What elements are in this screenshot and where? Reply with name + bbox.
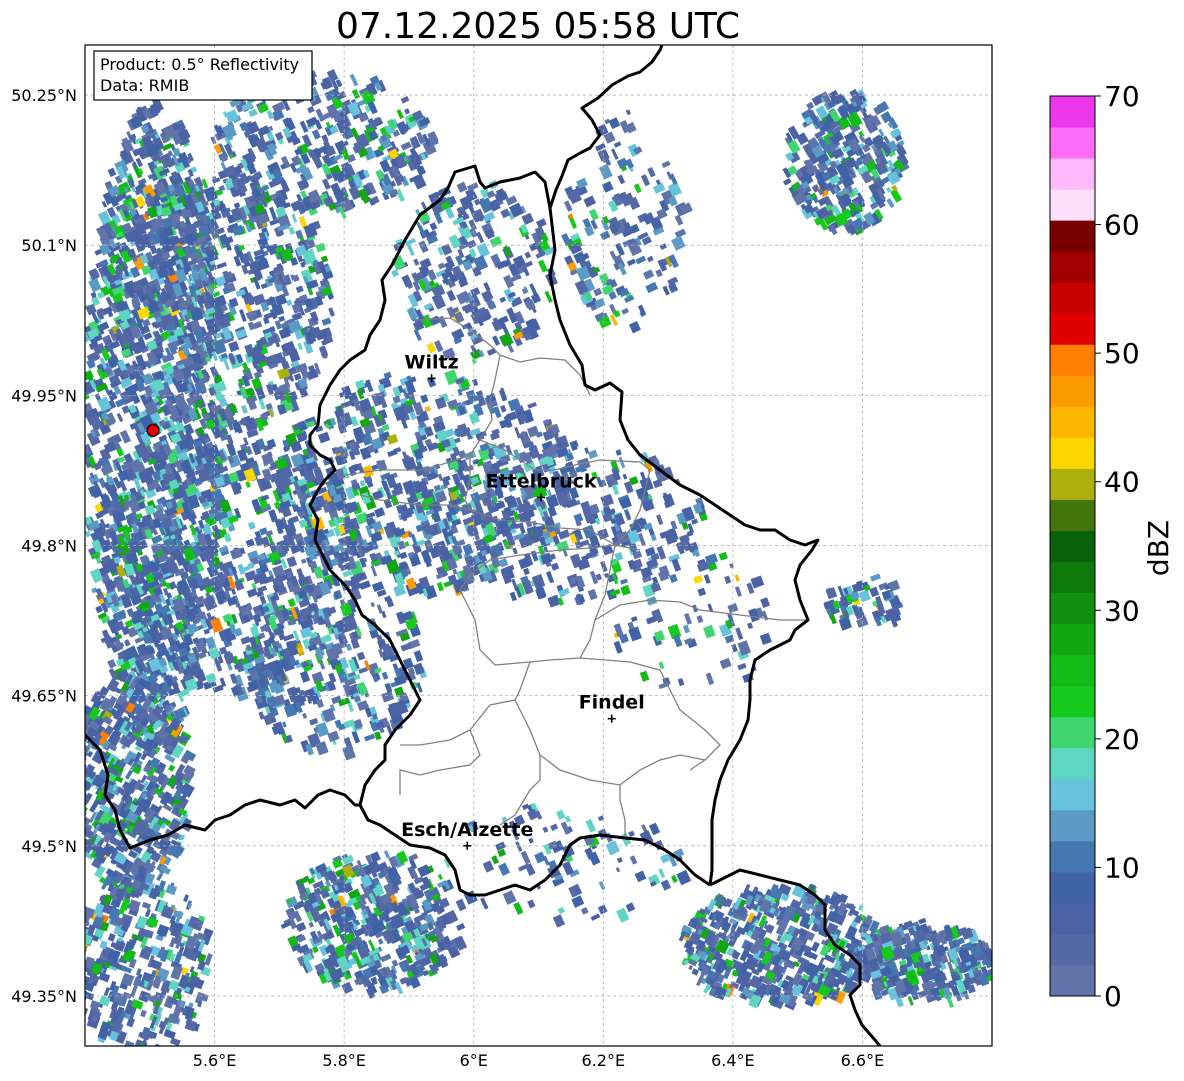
colorbar-band — [1050, 96, 1095, 128]
latitude-axis: 50.25°N 50.1°N 49.95°N 49.8°N 49.65°N 49.5°N 4… — [11, 86, 77, 1006]
colorbar-label: dBZ — [1142, 520, 1175, 576]
figure-title: 07.12.2025 05:58 UTC — [336, 6, 740, 47]
colorbar-tick-label: 60 — [1104, 209, 1140, 242]
y-tick-label: 49.95°N — [11, 386, 77, 405]
radar-map: Wiltz Ettelbruck Findel Esch/Alzette Produc… — [84, 44, 993, 1047]
colorbar-band — [1050, 344, 1095, 376]
x-tick-label: 5.6°E — [193, 1051, 237, 1070]
colorbar-band — [1050, 809, 1095, 842]
y-tick-label: 50.25°N — [11, 86, 77, 105]
colorbar-band — [1050, 282, 1095, 314]
colorbar-band — [1050, 251, 1095, 283]
product-info-box: Product: 0.5° Reflectivity Data: RMIB — [93, 50, 313, 101]
y-tick-label: 50.1°N — [21, 236, 77, 255]
colorbar-band — [1050, 747, 1095, 780]
colorbar-band — [1050, 375, 1095, 407]
data-source-line: Data: RMIB — [100, 76, 189, 95]
y-tick-label: 49.65°N — [11, 687, 77, 706]
colorbar-band — [1050, 530, 1095, 563]
city-label: Findel — [579, 692, 645, 714]
colorbar-band — [1050, 840, 1095, 873]
colorbar-band — [1050, 716, 1095, 749]
colorbar-band — [1050, 623, 1095, 656]
colorbar-band — [1050, 902, 1095, 935]
colorbar-band — [1050, 654, 1095, 687]
colorbar-band — [1050, 499, 1095, 531]
longitude-axis: 5.6°E 5.8°E 6°E 6.2°E 6.4°E 6.6°E — [193, 1051, 884, 1070]
colorbar-tick-label: 40 — [1104, 466, 1140, 499]
colorbar-band — [1050, 189, 1095, 221]
colorbar-band — [1050, 437, 1095, 469]
city-label: Ettelbruck — [486, 470, 597, 492]
city-label: Wiltz — [405, 351, 459, 373]
x-tick-label: 6.6°E — [841, 1051, 885, 1070]
y-tick-label: 49.35°N — [11, 987, 77, 1006]
city-label: Esch/Alzette — [401, 819, 533, 841]
colorbar-band — [1050, 685, 1095, 718]
radar-figure: 07.12.2025 05:58 UTC Wiltz Ettelbruck Find… — [11, 6, 1175, 1070]
colorbar-tick-label: 20 — [1104, 723, 1140, 756]
x-tick-label: 6.2°E — [582, 1051, 626, 1070]
colorbar-band — [1050, 406, 1095, 438]
colorbar-band — [1050, 592, 1095, 625]
colorbar-band — [1050, 561, 1095, 594]
radar-site-marker — [146, 423, 160, 437]
x-tick-label: 6.4°E — [711, 1051, 755, 1070]
x-tick-label: 6°E — [460, 1051, 488, 1070]
colorbar-tick-label: 30 — [1104, 594, 1140, 627]
colorbar-band — [1050, 871, 1095, 904]
colorbar-tick-label: 50 — [1104, 337, 1140, 370]
colorbar-band — [1050, 220, 1095, 252]
colorbar-band — [1050, 313, 1095, 345]
colorbar-band — [1050, 158, 1095, 190]
colorbar-band — [1050, 964, 1095, 997]
x-tick-label: 5.8°E — [322, 1051, 366, 1070]
y-tick-label: 49.8°N — [21, 537, 77, 556]
colorbar: 0 10 20 30 40 50 60 70 dBZ — [1049, 80, 1175, 1013]
colorbar-tick-label: 70 — [1104, 80, 1140, 113]
colorbar-band — [1050, 778, 1095, 811]
colorbar-tick-label: 0 — [1104, 980, 1122, 1013]
colorbar-band — [1050, 933, 1095, 966]
colorbar-tick-label: 10 — [1104, 851, 1140, 884]
y-tick-label: 49.5°N — [21, 837, 77, 856]
colorbar-ticks: 0 10 20 30 40 50 60 70 — [1095, 80, 1140, 1013]
product-line: Product: 0.5° Reflectivity — [100, 55, 299, 74]
colorbar-bands — [1050, 96, 1095, 997]
colorbar-band — [1050, 127, 1095, 159]
colorbar-band — [1050, 468, 1095, 500]
